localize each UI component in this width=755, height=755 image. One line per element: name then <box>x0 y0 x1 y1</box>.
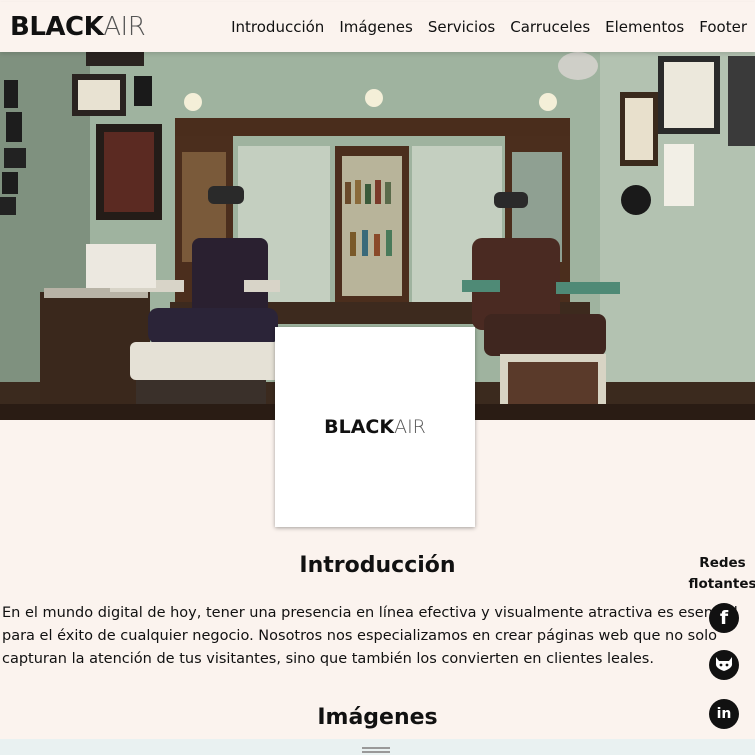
nav-link-footer[interactable]: Footer <box>699 18 747 36</box>
intro-title: Introducción <box>299 553 456 578</box>
card-logo-bold: BLACK <box>324 416 395 438</box>
card-logo: BLACK AIR <box>324 416 426 438</box>
logo-card: BLACK AIR <box>275 327 475 527</box>
nav-links: Introducción Imágenes Servicios Carrucel… <box>231 18 747 36</box>
navbar: BLACK AIR Introducción Imágenes Servicios… <box>0 2 755 52</box>
drag-handle-icon[interactable] <box>362 747 390 753</box>
card-logo-light: AIR <box>394 416 426 438</box>
bottom-bar <box>0 739 755 755</box>
facebook-icon[interactable]: f <box>709 603 739 633</box>
floating-social: Redes flotantes f in <box>688 553 755 729</box>
brand-logo-light: AIR <box>103 12 146 42</box>
brand-logo[interactable]: BLACK AIR <box>10 12 146 42</box>
nav-link-servicios[interactable]: Servicios <box>428 18 495 36</box>
brand-logo-bold: BLACK <box>10 12 104 42</box>
nav-link-imagenes[interactable]: Imágenes <box>339 18 413 36</box>
social-title: Redes flotantes <box>688 555 755 592</box>
github-icon[interactable] <box>709 650 739 680</box>
intro-paragraph: En el mundo digital de hoy, tener una pr… <box>2 605 738 667</box>
images-title: Imágenes <box>317 705 438 730</box>
nav-link-carruceles[interactable]: Carruceles <box>510 18 590 36</box>
github-glyph <box>715 657 733 671</box>
linkedin-icon[interactable]: in <box>709 699 739 729</box>
nav-link-elementos[interactable]: Elementos <box>605 18 684 36</box>
nav-link-introduccion[interactable]: Introducción <box>231 18 324 36</box>
